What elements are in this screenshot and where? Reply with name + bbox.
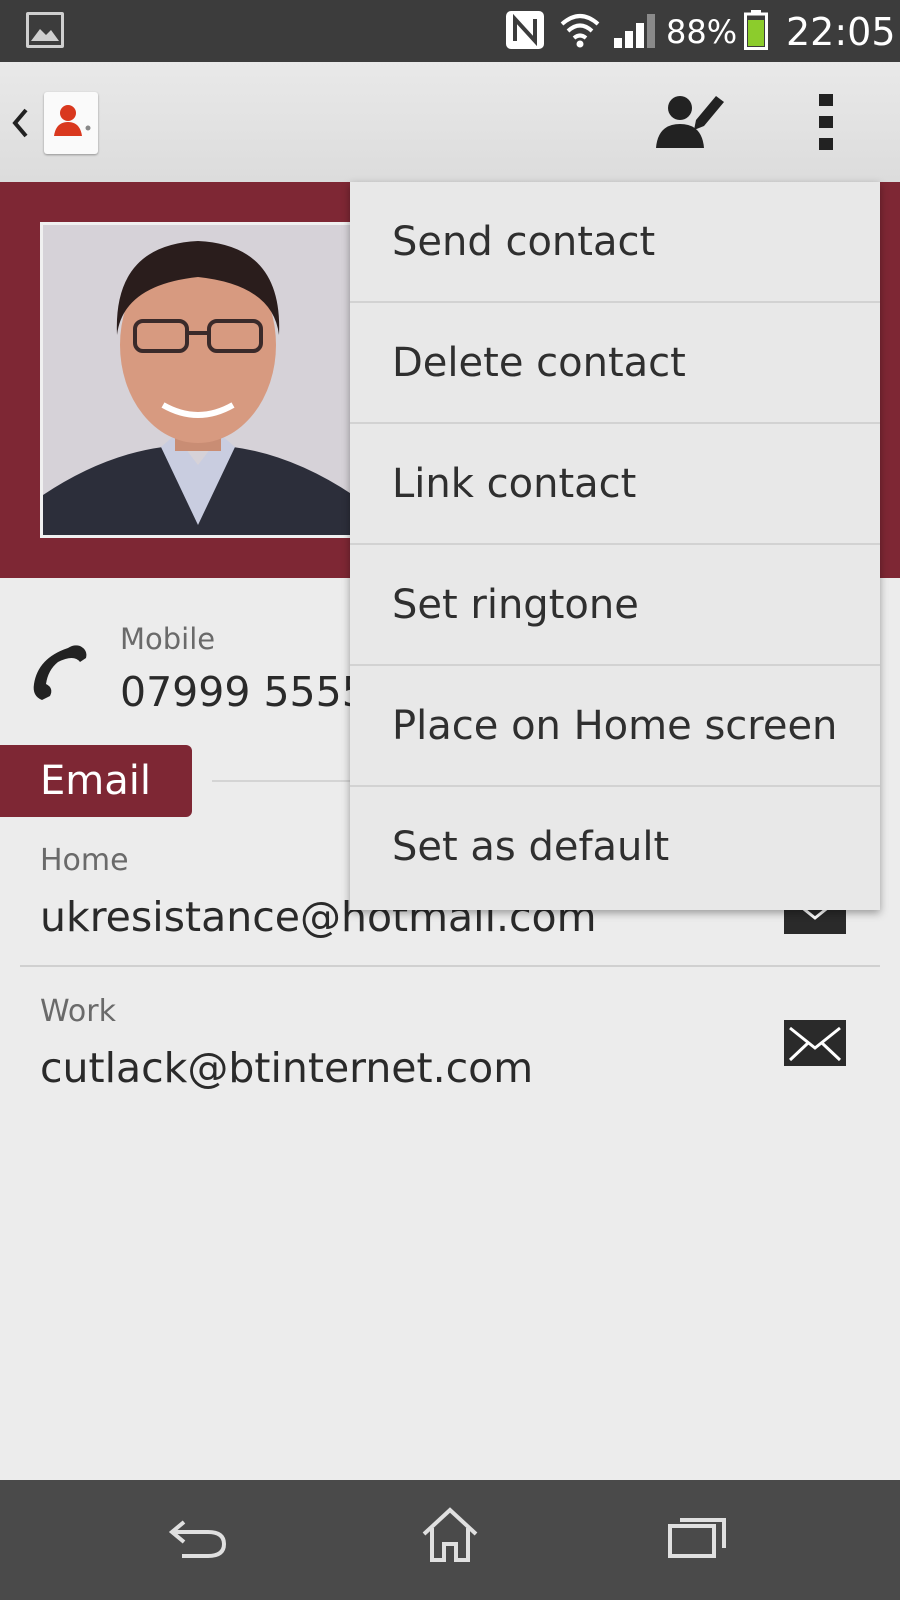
row-divider xyxy=(20,965,880,967)
email-section-header: Email xyxy=(0,745,192,817)
phone-icon[interactable] xyxy=(28,640,92,704)
menu-item-place-on-home-screen[interactable]: Place on Home screen xyxy=(350,666,880,787)
contacts-app-icon[interactable] xyxy=(44,92,98,154)
menu-item-send-contact[interactable]: Send contact xyxy=(350,182,880,303)
recent-apps-icon[interactable] xyxy=(668,1514,728,1558)
email-work-address[interactable]: cutlack@btinternet.com xyxy=(40,1044,533,1092)
email-home-label: Home xyxy=(40,843,129,878)
nfc-icon xyxy=(506,11,544,49)
status-bar: 88% 22:05 xyxy=(0,0,900,62)
send-email-work-icon[interactable] xyxy=(784,1020,846,1066)
battery-icon xyxy=(744,10,768,50)
wifi-icon xyxy=(560,14,600,48)
signal-strength-icon xyxy=(614,14,655,48)
overflow-menu: Send contact Delete contact Link contact… xyxy=(350,182,880,910)
home-icon[interactable] xyxy=(420,1506,480,1564)
back-chevron-icon[interactable] xyxy=(10,106,30,140)
mobile-number[interactable]: 07999 5555 xyxy=(120,668,368,716)
contact-photo[interactable] xyxy=(40,222,356,538)
menu-item-set-as-default[interactable]: Set as default xyxy=(350,787,880,908)
back-icon[interactable] xyxy=(168,1512,230,1562)
gallery-notification-icon xyxy=(26,12,64,48)
email-work-label: Work xyxy=(40,994,116,1029)
menu-item-set-ringtone[interactable]: Set ringtone xyxy=(350,545,880,666)
overflow-menu-icon[interactable] xyxy=(818,94,834,150)
mobile-label: Mobile xyxy=(120,622,216,656)
edit-contact-icon[interactable] xyxy=(656,90,726,154)
battery-percentage: 88% xyxy=(666,13,738,51)
menu-item-delete-contact[interactable]: Delete contact xyxy=(350,303,880,424)
navigation-bar xyxy=(0,1480,900,1600)
action-bar xyxy=(0,62,900,182)
status-clock: 22:05 xyxy=(786,10,896,54)
menu-item-link-contact[interactable]: Link contact xyxy=(350,424,880,545)
